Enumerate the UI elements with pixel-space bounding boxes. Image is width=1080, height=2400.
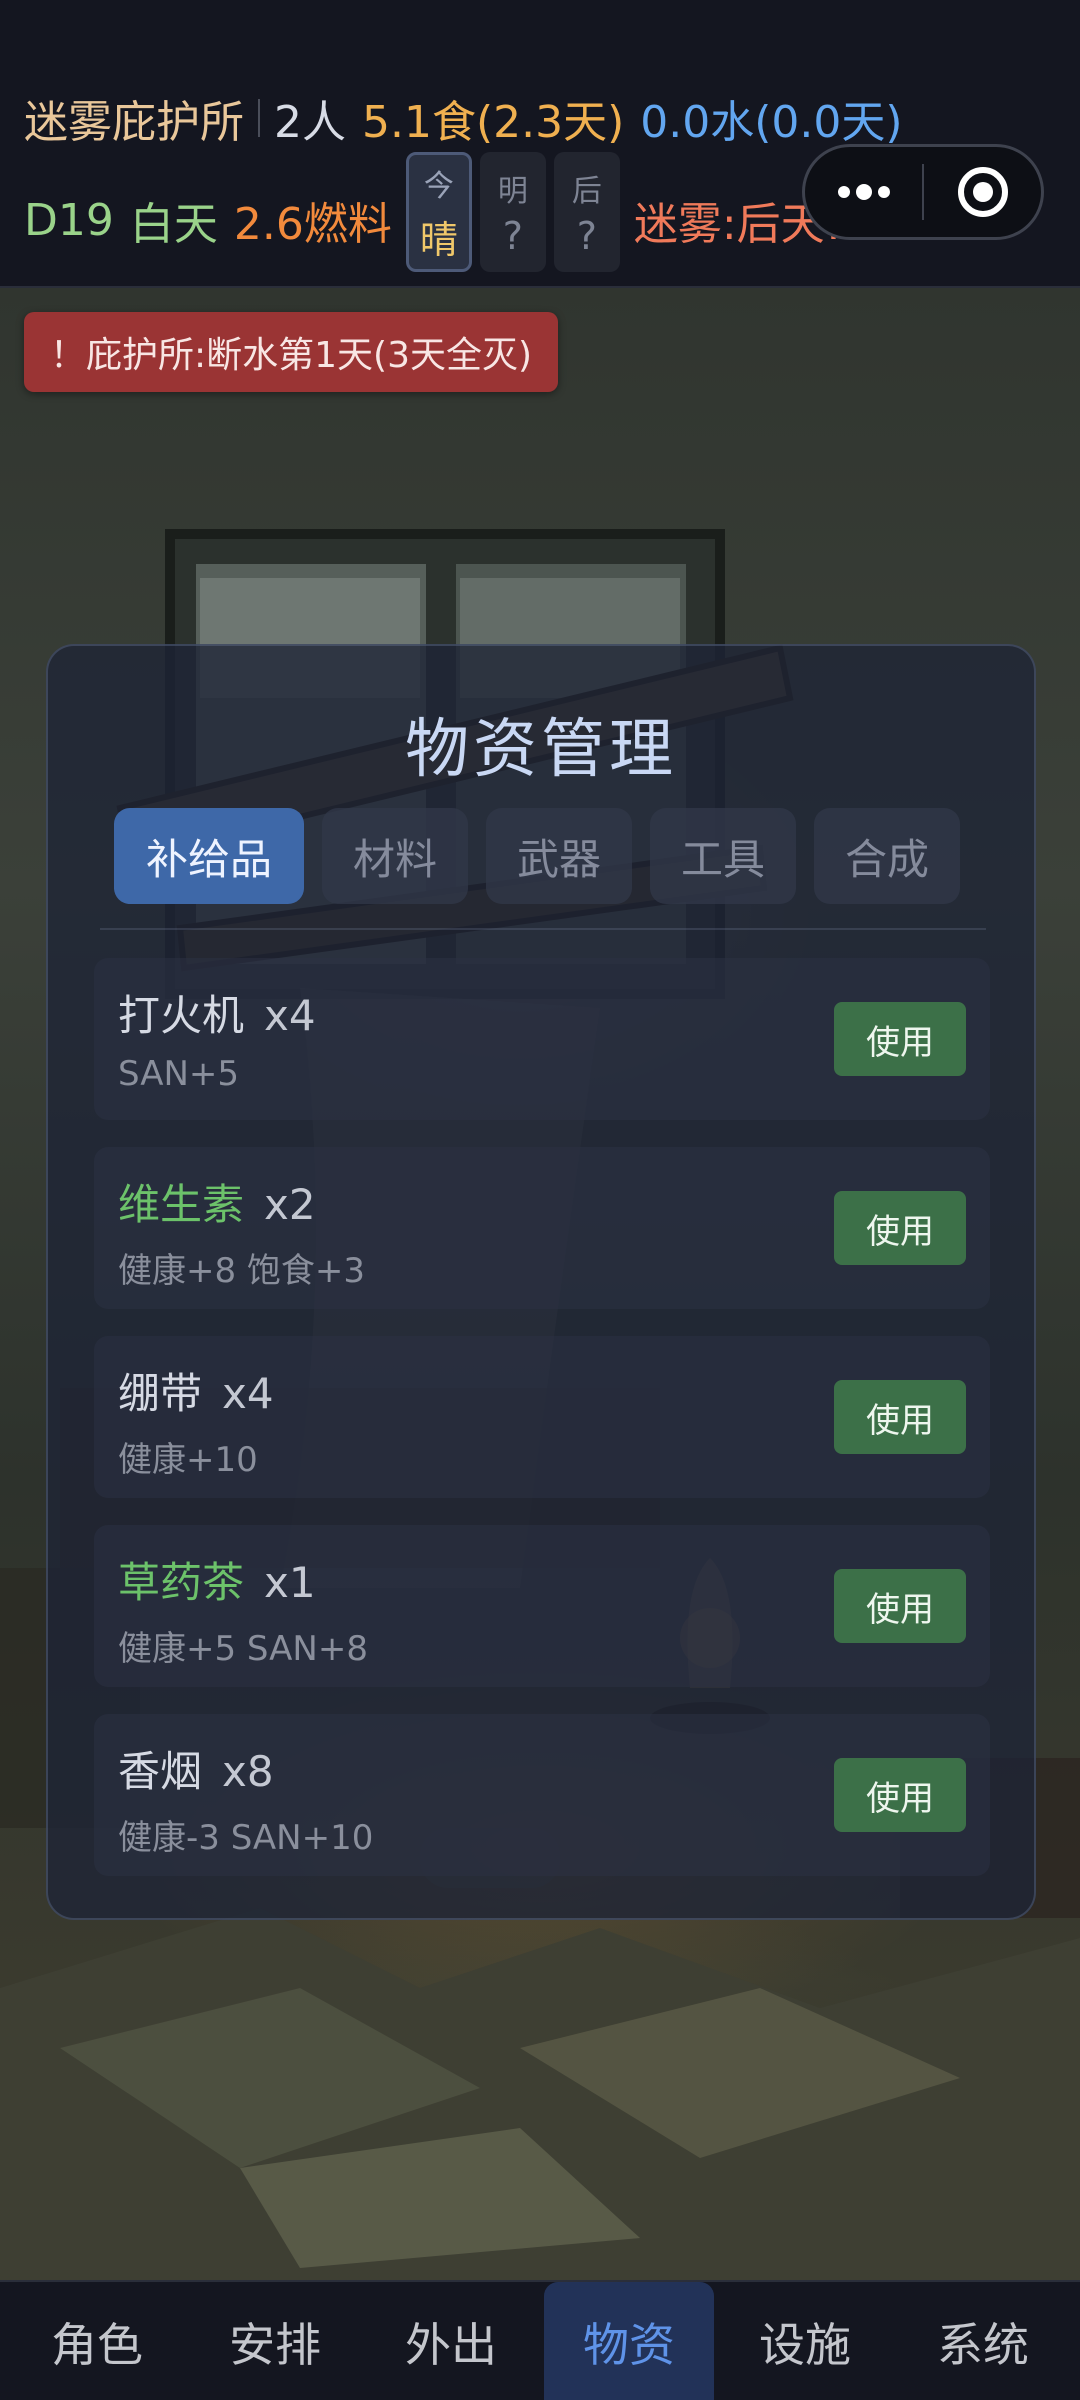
use-button[interactable]: 使用 [834, 1569, 966, 1643]
miniprogram-capsule [802, 144, 1044, 240]
use-button[interactable]: 使用 [834, 1002, 966, 1076]
target-circle-icon [957, 167, 1008, 217]
list-item: 维生素 x2 健康+8 饱食+3 使用 [94, 1147, 990, 1309]
close-miniprogram-button[interactable] [924, 147, 1041, 237]
supplies-panel: 物资管理 补给品 材料 武器 工具 合成 打火机 x4 SAN+5 使用 维生素… [46, 644, 1036, 1920]
resource-row: 迷雾庇护所 2人 5.1食(2.3天) 0.0水(0.0天) [24, 88, 903, 148]
forecast-weather: 晴 [419, 217, 458, 262]
tab-tools[interactable]: 工具 [650, 808, 796, 904]
nav-supplies[interactable]: 物资 [544, 2282, 714, 2400]
supply-tabs: 补给品 材料 武器 工具 合成 [114, 808, 960, 904]
list-item: 香烟 x8 健康-3 SAN+10 使用 [94, 1714, 990, 1876]
nav-schedule[interactable]: 安排 [190, 2282, 360, 2400]
more-button[interactable] [805, 147, 922, 237]
nav-system[interactable]: 系统 [898, 2282, 1068, 2400]
tab-weapons[interactable]: 武器 [486, 808, 632, 904]
tabs-divider [100, 928, 986, 930]
list-item: 绷带 x4 健康+10 使用 [94, 1336, 990, 1498]
nav-facilities[interactable]: 设施 [720, 2282, 890, 2400]
item-name: 草药茶 [118, 1558, 245, 1607]
item-name-row: 维生素 x2 [118, 1171, 316, 1232]
item-effect: 健康-3 SAN+10 [118, 1818, 374, 1858]
item-count: x4 [222, 1369, 274, 1418]
list-item: 打火机 x4 SAN+5 使用 [94, 958, 990, 1120]
divider [258, 99, 260, 137]
list-item: 草药茶 x1 健康+5 SAN+8 使用 [94, 1525, 990, 1687]
forecast-today: 今 晴 [405, 152, 472, 272]
tab-crafting[interactable]: 合成 [814, 808, 960, 904]
people-count: 2人 [274, 97, 346, 148]
weather-forecast: 今 晴 明 ? 后 ? [405, 152, 620, 272]
bottom-nav: 角色 安排 外出 物资 设施 系统 [0, 2280, 1080, 2400]
forecast-weather: ? [502, 214, 523, 258]
item-count: x1 [264, 1558, 316, 1607]
nav-explore[interactable]: 外出 [366, 2282, 536, 2400]
tab-supplies[interactable]: 补给品 [114, 808, 304, 904]
food-status: 5.1食(2.3天) [362, 97, 625, 148]
item-name: 维生素 [118, 1180, 245, 1229]
panel-title: 物资管理 [405, 713, 677, 787]
alert-text: ！庇护所:断水第1天(3天全灭) [50, 335, 533, 376]
item-effect: SAN+5 [118, 1054, 240, 1094]
item-name-row: 香烟 x8 [118, 1738, 274, 1799]
forecast-day-label: 今 [423, 168, 454, 204]
nav-character[interactable]: 角色 [12, 2282, 182, 2400]
item-name-row: 打火机 x4 [118, 982, 316, 1043]
item-count: x8 [222, 1747, 274, 1796]
item-name-row: 绷带 x4 [118, 1360, 274, 1421]
forecast-day-label: 明 [497, 174, 528, 209]
item-list: 打火机 x4 SAN+5 使用 维生素 x2 健康+8 饱食+3 使用 绷带 x… [94, 958, 990, 1903]
forecast-weather: ? [576, 214, 597, 258]
forecast-tomorrow: 明 ? [479, 152, 546, 272]
forecast-day-after: 后 ? [553, 152, 620, 272]
water-status: 0.0水(0.0天) [640, 97, 903, 148]
use-button[interactable]: 使用 [834, 1380, 966, 1454]
item-count: x4 [264, 991, 316, 1040]
item-effect: 健康+10 [118, 1440, 258, 1480]
time-of-day: 白天 [129, 199, 218, 250]
fuel-status: 2.6燃料 [233, 199, 392, 250]
forecast-day-label: 后 [571, 174, 602, 209]
more-dots-icon [837, 184, 890, 200]
item-name: 打火机 [118, 991, 245, 1040]
item-name: 香烟 [118, 1747, 203, 1796]
item-name-row: 草药茶 x1 [118, 1549, 316, 1610]
day-counter: D19 [24, 194, 114, 246]
tab-materials[interactable]: 材料 [322, 808, 468, 904]
use-button[interactable]: 使用 [834, 1758, 966, 1832]
item-count: x2 [264, 1180, 316, 1229]
water-shortage-alert: ！庇护所:断水第1天(3天全灭) [24, 312, 559, 392]
item-effect: 健康+5 SAN+8 [118, 1629, 368, 1669]
shelter-name: 迷雾庇护所 [24, 97, 244, 148]
day-row: D19 白天 2.6燃料 今 晴 明 ? 后 ? 迷雾:后天! [24, 152, 842, 272]
status-bar: 迷雾庇护所 2人 5.1食(2.3天) 0.0水(0.0天) D19 白天 2.… [0, 0, 1080, 288]
use-button[interactable]: 使用 [834, 1191, 966, 1265]
item-effect: 健康+8 饱食+3 [118, 1251, 366, 1291]
item-name: 绷带 [118, 1369, 203, 1418]
